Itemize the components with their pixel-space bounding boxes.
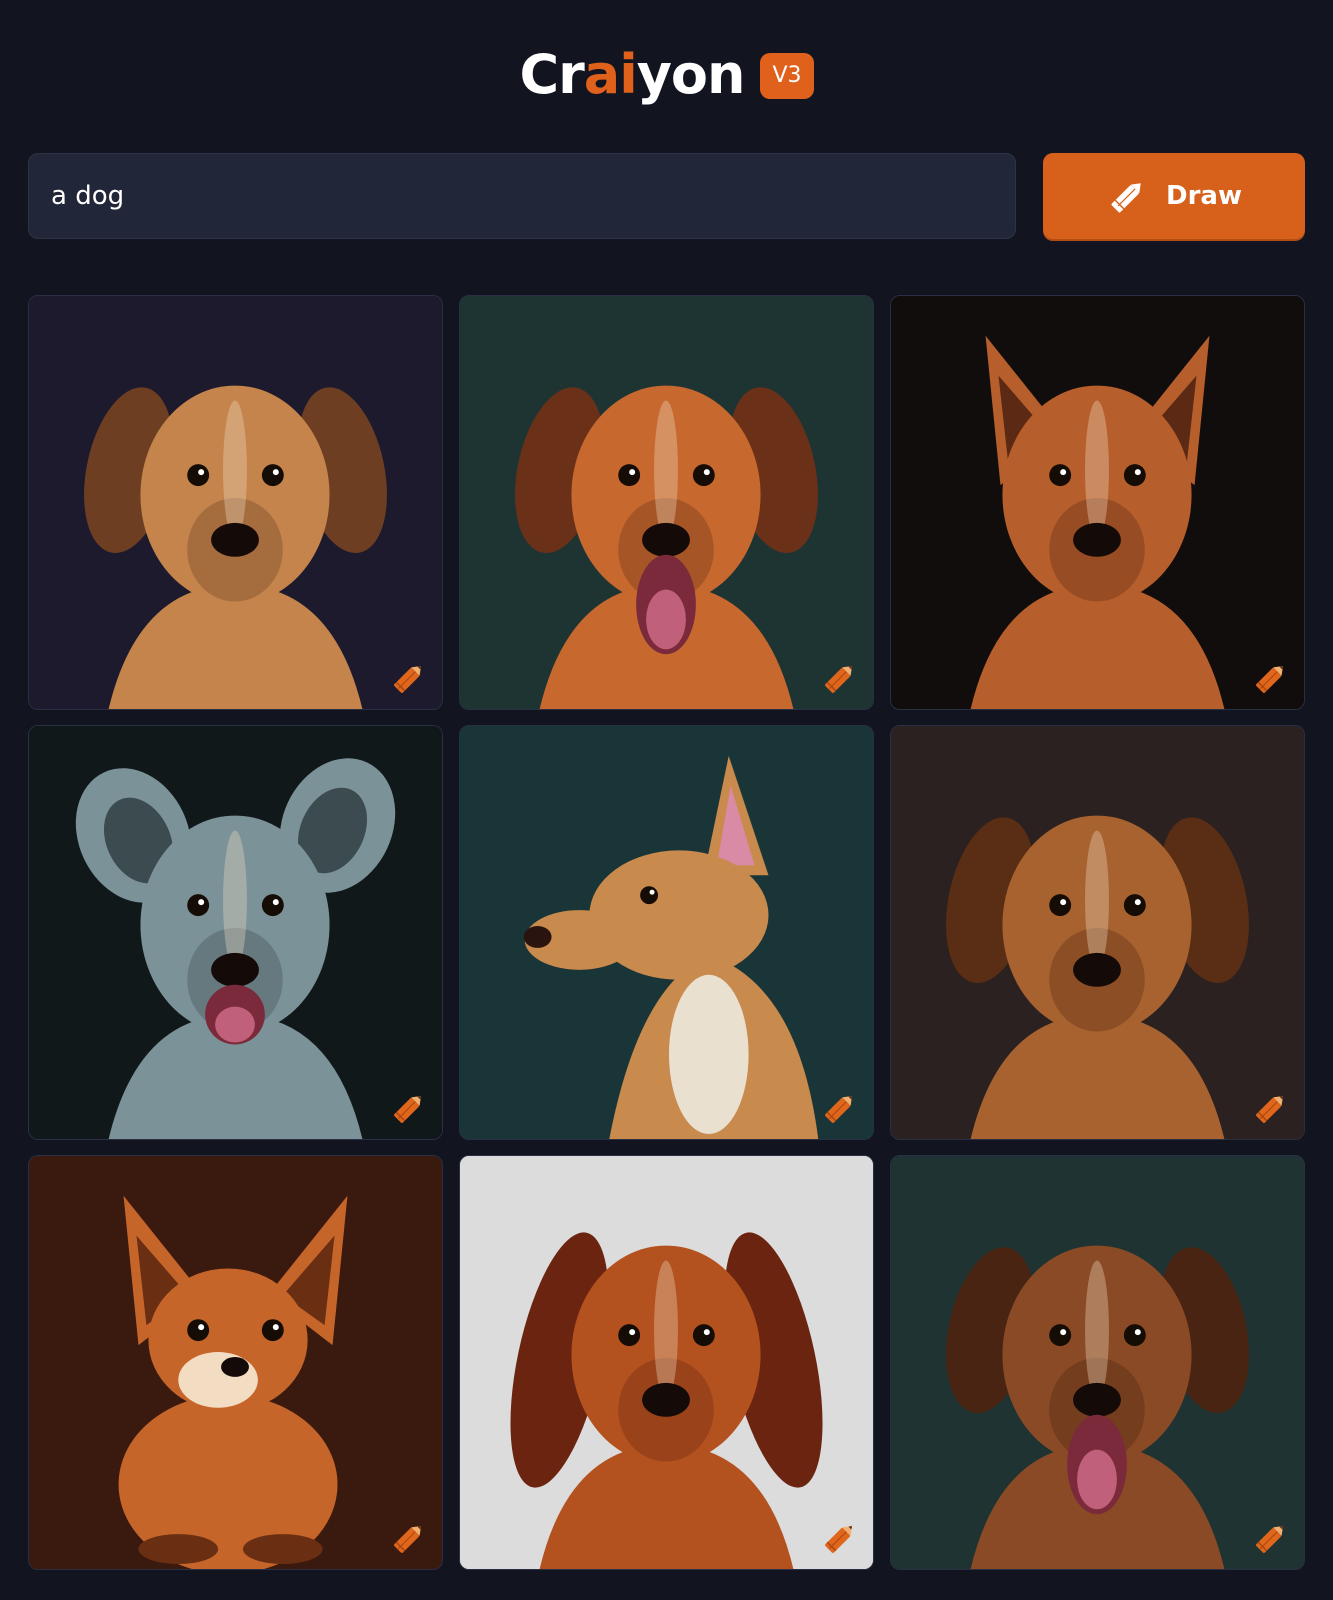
edit-pencil-icon[interactable] (388, 1087, 430, 1129)
edit-pencil-icon[interactable] (1250, 1517, 1292, 1559)
result-image-tile[interactable] (459, 725, 874, 1140)
edit-pencil-icon[interactable] (388, 657, 430, 699)
edit-pencil-icon[interactable] (1250, 657, 1292, 699)
result-image-tile[interactable] (890, 725, 1305, 1140)
result-image-tile[interactable] (890, 295, 1305, 710)
pencil-icon (1111, 183, 1141, 213)
result-image-tile[interactable] (459, 295, 874, 710)
edit-pencil-icon[interactable] (819, 1517, 861, 1559)
draw-button[interactable]: Draw (1043, 153, 1305, 239)
edit-pencil-icon[interactable] (1250, 1087, 1292, 1129)
app-header: Craiyon V3 (0, 40, 1333, 110)
result-image-tile[interactable] (28, 1155, 443, 1570)
dog-image (460, 726, 873, 1139)
dog-image (891, 1156, 1304, 1569)
prompt-bar: Draw (28, 153, 1305, 239)
dog-image (460, 296, 873, 709)
dog-image (891, 726, 1304, 1139)
prompt-input[interactable] (28, 153, 1016, 239)
dog-image (29, 296, 442, 709)
edit-pencil-icon[interactable] (388, 1517, 430, 1559)
dog-image (891, 296, 1304, 709)
craiyon-logo[interactable]: Craiyon (519, 48, 745, 102)
edit-pencil-icon[interactable] (819, 1087, 861, 1129)
results-grid (28, 295, 1305, 1570)
dog-image (29, 1156, 442, 1569)
version-badge: V3 (760, 53, 814, 99)
result-image-tile[interactable] (890, 1155, 1305, 1570)
draw-button-label: Draw (1166, 181, 1242, 211)
dog-image (29, 726, 442, 1139)
dog-image (460, 1156, 873, 1569)
result-image-tile[interactable] (459, 1155, 874, 1570)
result-image-tile[interactable] (28, 725, 443, 1140)
edit-pencil-icon[interactable] (819, 657, 861, 699)
result-image-tile[interactable] (28, 295, 443, 710)
